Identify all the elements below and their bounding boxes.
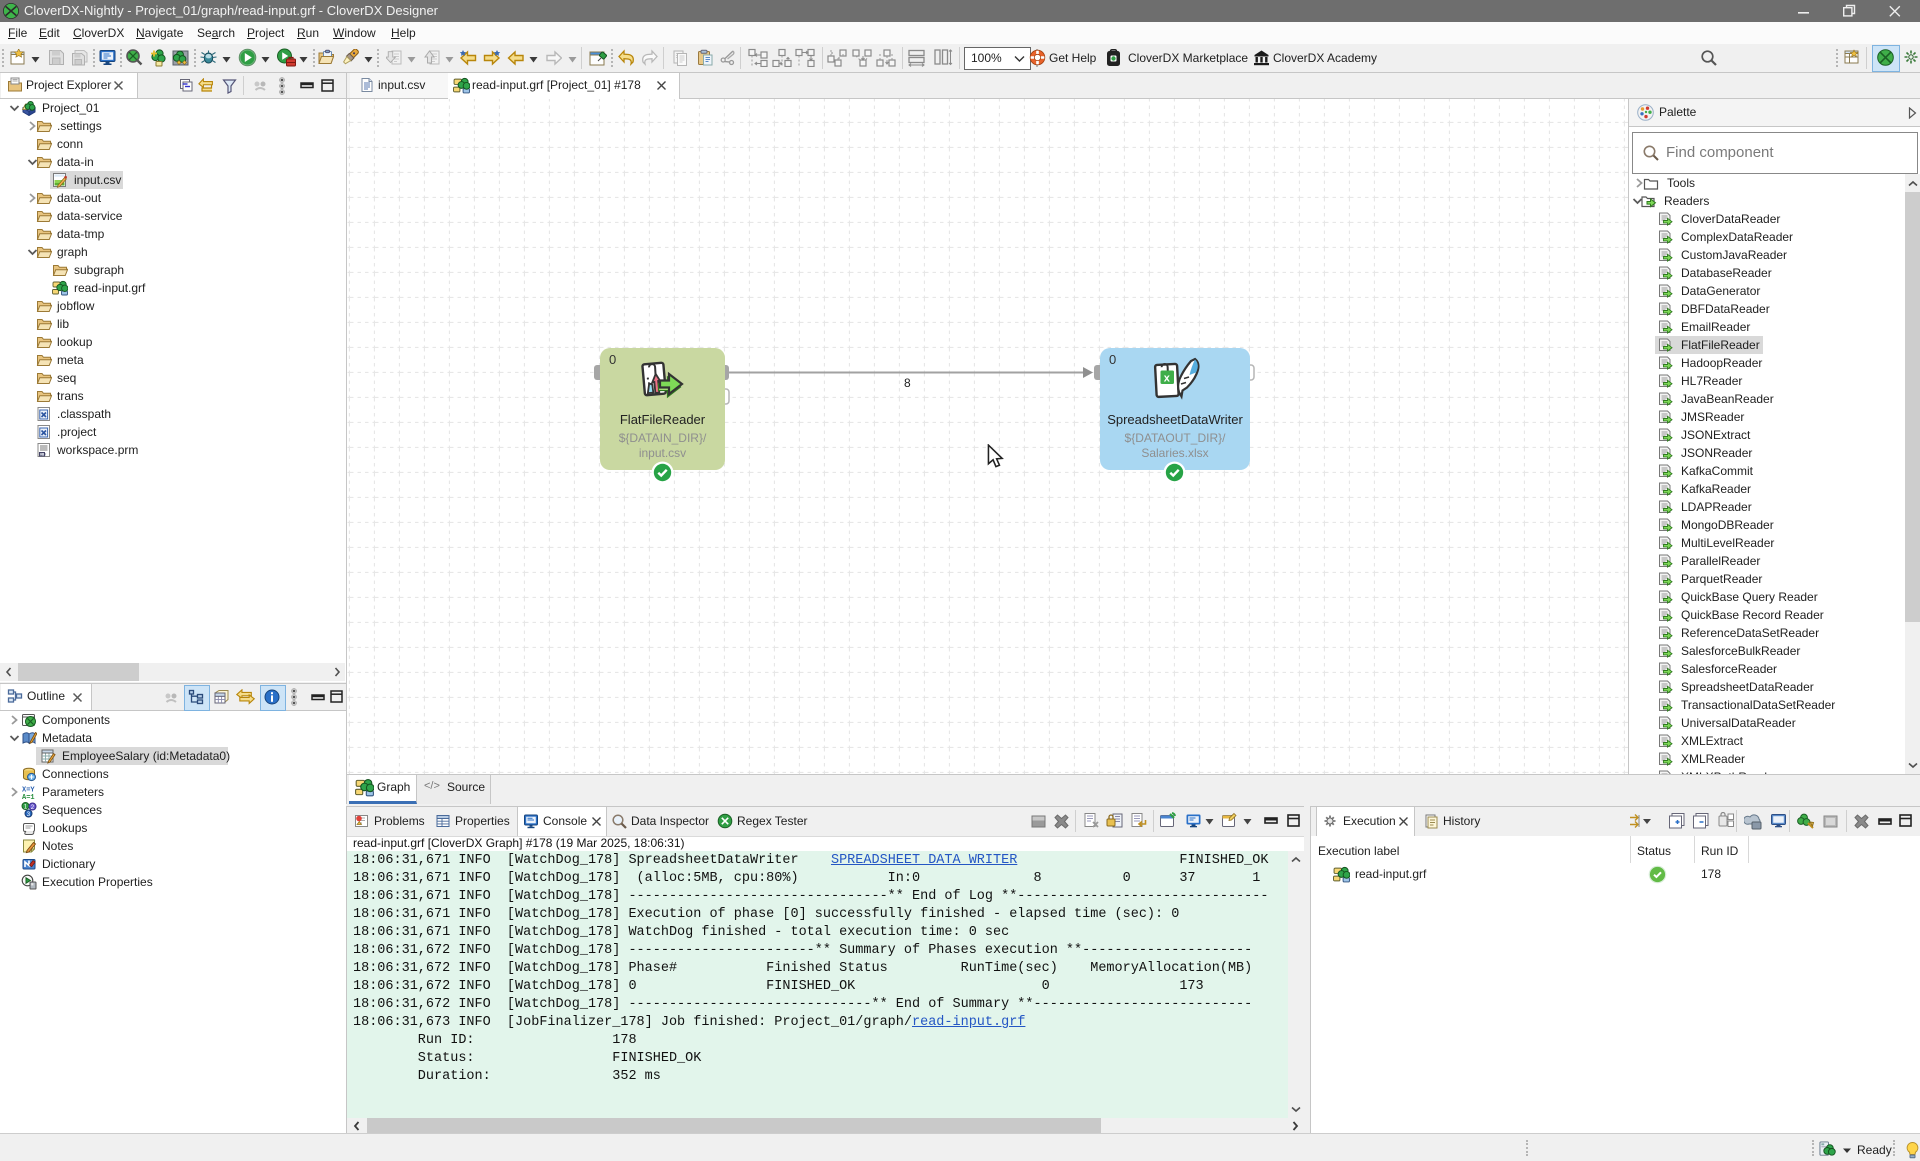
- svg-text:x: x: [1164, 373, 1171, 385]
